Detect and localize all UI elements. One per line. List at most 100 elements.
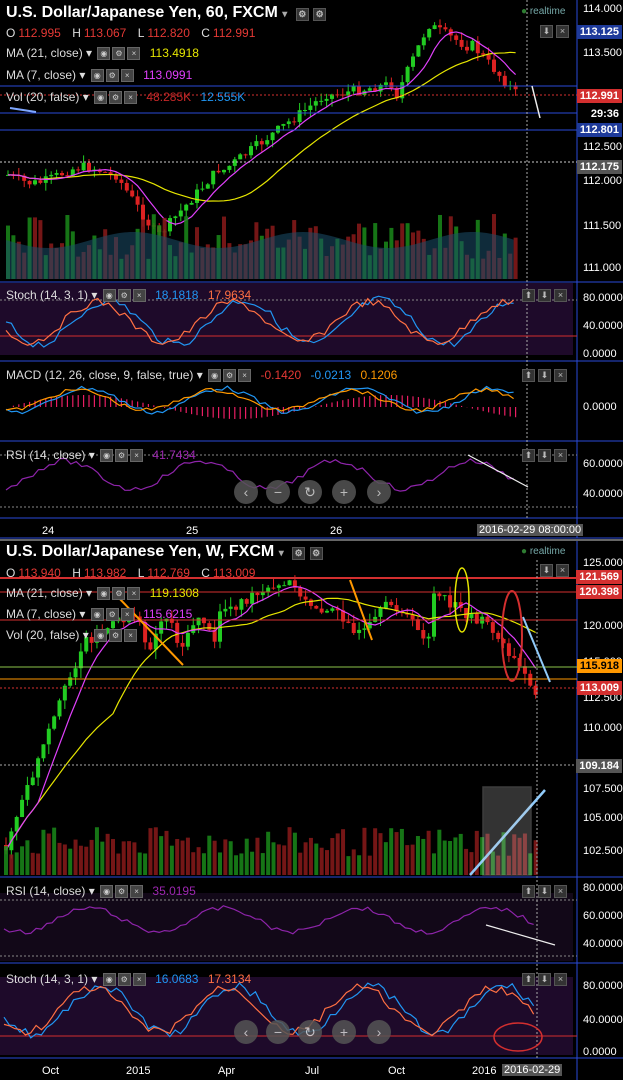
close-icon[interactable]: × xyxy=(554,885,567,898)
zoom-out-button[interactable]: − xyxy=(266,480,290,504)
volume-bar xyxy=(105,833,110,875)
eye-icon[interactable]: ◉ xyxy=(94,629,108,643)
bottom-study-ma7[interactable]: MA (7, close) ▾ ◉ ⚙ × 115.6215 xyxy=(6,607,192,622)
close-icon[interactable]: × xyxy=(127,587,141,601)
close-icon[interactable]: × xyxy=(554,449,567,462)
eye-icon[interactable]: ◉ xyxy=(102,289,116,303)
bottom-study-ma21[interactable]: MA (21, close) ▾ ◉ ⚙ × 119.1308 xyxy=(6,586,199,601)
gear-icon[interactable]: ⚙ xyxy=(112,47,126,61)
arrow-up-icon[interactable]: ⬆ xyxy=(522,369,535,382)
close-icon[interactable]: × xyxy=(127,47,141,61)
candle-body xyxy=(119,179,124,183)
gear-icon[interactable]: ⚙ xyxy=(105,608,119,622)
arrow-up-icon[interactable]: ⬆ xyxy=(522,289,535,302)
rsi-tick: 60.0000 xyxy=(583,910,623,922)
top-study-ma7[interactable]: MA (7, close) ▾ ◉ ⚙ × 113.0991 xyxy=(6,68,192,83)
top-stoch-header[interactable]: Stoch (14, 3, 1) ▾ ◉ ⚙ × 18.1818 17.9634 xyxy=(6,288,251,303)
close-icon[interactable]: × xyxy=(554,369,567,382)
close-icon[interactable]: × xyxy=(130,449,144,463)
close-icon[interactable]: × xyxy=(238,369,252,383)
zoom-in-button[interactable]: + xyxy=(332,480,356,504)
gear-icon[interactable]: ⚙ xyxy=(112,587,126,601)
scroll-left-button[interactable]: ‹ xyxy=(234,1020,258,1044)
arrow-down-icon[interactable]: ⬇ xyxy=(538,973,551,986)
gear-icon[interactable]: ⚙ xyxy=(109,91,123,105)
arrow-down-icon[interactable]: ⬇ xyxy=(538,885,551,898)
reset-button[interactable]: ↻ xyxy=(298,480,322,504)
eye-icon[interactable]: ◉ xyxy=(94,91,108,105)
eye-icon[interactable]: ◉ xyxy=(90,608,104,622)
gear-icon[interactable]: ⚙ xyxy=(117,289,131,303)
candle-body xyxy=(373,616,378,622)
close-icon[interactable]: × xyxy=(132,289,146,303)
close-icon[interactable]: × xyxy=(554,973,567,986)
arrow-down-icon[interactable]: ⬇ xyxy=(538,289,551,302)
scroll-left-button[interactable]: ‹ xyxy=(234,480,258,504)
gear-icon[interactable]: ⚙ xyxy=(223,369,237,383)
close-icon[interactable]: × xyxy=(120,69,134,83)
candle-body xyxy=(442,595,447,597)
eye-icon[interactable]: ◉ xyxy=(90,69,104,83)
arrow-up-icon[interactable]: ⬆ xyxy=(522,973,535,986)
zoom-in-button[interactable]: + xyxy=(332,1020,356,1044)
bottom-chart-title[interactable]: U.S. Dollar/Japanese Yen, W, FXCM ▾ ⚙ ⚙ xyxy=(6,543,323,561)
candle-body xyxy=(512,655,517,658)
close-icon[interactable]: × xyxy=(124,91,138,105)
top-chart-title[interactable]: U.S. Dollar/Japanese Yen, 60, FXCM ▾ ⚙ ⚙ xyxy=(6,4,327,22)
reset-button[interactable]: ↻ xyxy=(298,1020,322,1044)
top-rsi-header[interactable]: RSI (14, close) ▾ ◉ ⚙ × 41.7434 xyxy=(6,448,196,463)
bottom-stoch-header[interactable]: Stoch (14, 3, 1) ▾ ◉ ⚙ × 16.0683 17.3134 xyxy=(6,972,251,987)
scroll-down-icon[interactable]: ⬇ xyxy=(540,25,553,38)
gear-icon[interactable]: ⚙ xyxy=(117,973,131,987)
zoom-out-button[interactable]: − xyxy=(266,1020,290,1044)
bottom-rsi-header[interactable]: RSI (14, close) ▾ ◉ ⚙ × 35.0195 xyxy=(6,884,196,899)
close-icon[interactable]: × xyxy=(132,973,146,987)
scroll-right-button[interactable]: › xyxy=(367,480,391,504)
settings-icon[interactable]: ⚙ xyxy=(292,547,306,560)
gear-icon[interactable]: ⚙ xyxy=(313,8,327,21)
eye-icon[interactable]: ◉ xyxy=(100,449,114,463)
gear-icon[interactable]: ⚙ xyxy=(115,885,129,899)
candle-body xyxy=(41,744,46,759)
volume-bar xyxy=(68,848,73,875)
arrow-up-icon[interactable]: ⬆ xyxy=(522,885,535,898)
chevron-down-icon[interactable]: ▾ xyxy=(279,548,284,559)
close-icon[interactable]: × xyxy=(120,608,134,622)
arrow-down-icon[interactable]: ⬇ xyxy=(538,369,551,382)
top-study-vol[interactable]: Vol (20, false) ▾ ◉ ⚙ × 48.285K 12.555K xyxy=(6,90,245,105)
volume-bar xyxy=(127,841,132,875)
time-cursor-tag: 2016-02-29 xyxy=(502,1064,563,1076)
gear-icon[interactable]: ⚙ xyxy=(309,547,323,560)
eye-icon[interactable]: ◉ xyxy=(100,885,114,899)
gear-icon[interactable]: ⚙ xyxy=(109,629,123,643)
top-study-ma21[interactable]: MA (21, close) ▾ ◉ ⚙ × 113.4918 xyxy=(6,46,199,61)
candle-body xyxy=(196,617,201,626)
candle-body xyxy=(30,777,35,786)
close-icon[interactable]: × xyxy=(554,289,567,302)
bottom-study-vol[interactable]: Vol (20, false) ▾ ◉ ⚙ × xyxy=(6,628,138,643)
rsi-tick: 40.0000 xyxy=(583,938,623,950)
gear-icon[interactable]: ⚙ xyxy=(105,69,119,83)
volume-bar xyxy=(148,828,153,875)
top-macd-header[interactable]: MACD (12, 26, close, 9, false, true) ▾ ◉… xyxy=(6,368,397,383)
eye-icon[interactable]: ◉ xyxy=(208,369,222,383)
volume-bar xyxy=(458,833,463,875)
settings-icon[interactable]: ⚙ xyxy=(295,8,309,21)
scroll-down-icon[interactable]: ⬇ xyxy=(540,564,553,577)
rsi-line xyxy=(5,457,514,492)
status-dot-icon: ● xyxy=(521,6,528,17)
arrow-down-icon[interactable]: ⬇ xyxy=(538,449,551,462)
close-icon[interactable]: × xyxy=(556,25,569,38)
eye-icon[interactable]: ◉ xyxy=(97,587,111,601)
close-icon[interactable]: × xyxy=(556,564,569,577)
arrow-up-icon[interactable]: ⬆ xyxy=(522,449,535,462)
eye-icon[interactable]: ◉ xyxy=(97,47,111,61)
close-icon[interactable]: × xyxy=(124,629,138,643)
eye-icon[interactable]: ◉ xyxy=(102,973,116,987)
chart-canvas[interactable] xyxy=(0,0,623,1080)
scroll-right-button[interactable]: › xyxy=(367,1020,391,1044)
candle-body xyxy=(496,632,501,639)
close-icon[interactable]: × xyxy=(130,885,144,899)
gear-icon[interactable]: ⚙ xyxy=(115,449,129,463)
chevron-down-icon[interactable]: ▾ xyxy=(282,9,287,20)
